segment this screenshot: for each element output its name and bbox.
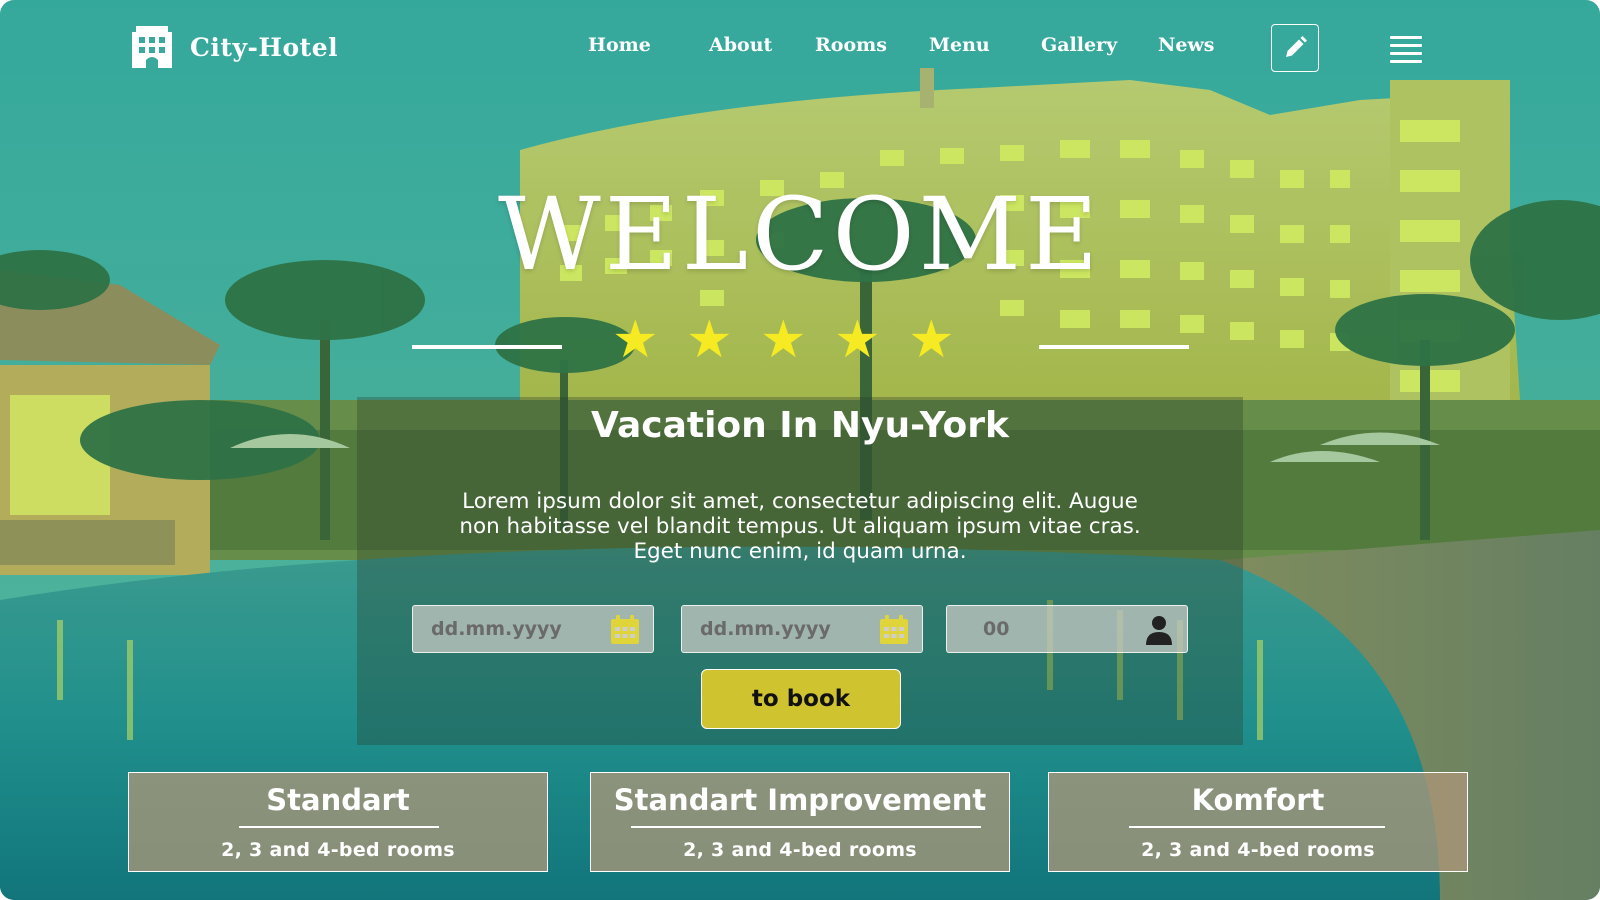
- star-rating: ★ ★ ★ ★ ★: [612, 312, 992, 368]
- menu-bar: [1390, 44, 1422, 47]
- user-icon: [1146, 616, 1172, 645]
- check-in-placeholder: dd.mm.yyyy: [431, 618, 562, 640]
- nav-about[interactable]: About: [709, 34, 772, 56]
- room-card-standart-improvement[interactable]: Standart Improvement 2, 3 and 4-bed room…: [590, 772, 1010, 872]
- to-book-button[interactable]: to book: [701, 669, 901, 729]
- menu-bar: [1390, 36, 1422, 39]
- nav-menu[interactable]: Menu: [929, 34, 990, 56]
- vacation-title: Vacation In Nyu-York: [591, 405, 1009, 446]
- room-card-title: Komfort: [1191, 783, 1325, 817]
- guests-placeholder: 00: [983, 618, 1010, 640]
- calendar-icon: [611, 615, 639, 644]
- intro-line: Lorem ipsum dolor sit amet, consectetur …: [462, 489, 1138, 514]
- star-icon: ★: [760, 310, 807, 370]
- main-navigation: Home About Rooms Menu Gallery News: [0, 34, 1600, 64]
- nav-home[interactable]: Home: [588, 34, 651, 56]
- room-card-title: Standart: [266, 783, 410, 817]
- welcome-heading: WELCOME: [497, 176, 1103, 293]
- room-card-komfort[interactable]: Komfort 2, 3 and 4-bed rooms: [1048, 772, 1468, 872]
- divider-right: [1039, 345, 1189, 349]
- room-card-divider: [1129, 826, 1385, 828]
- check-out-placeholder: dd.mm.yyyy: [700, 618, 831, 640]
- room-card-divider: [631, 826, 981, 828]
- room-card-title: Standart Improvement: [613, 783, 987, 817]
- menu-bar: [1390, 52, 1422, 55]
- nav-gallery[interactable]: Gallery: [1041, 34, 1117, 56]
- room-card-subtitle: 2, 3 and 4-bed rooms: [221, 839, 455, 861]
- check-out-date-input[interactable]: dd.mm.yyyy: [681, 605, 923, 653]
- intro-text: Lorem ipsum dolor sit amet, consectetur …: [407, 489, 1193, 564]
- guests-count-input[interactable]: 00: [946, 605, 1188, 653]
- nav-news[interactable]: News: [1158, 34, 1215, 56]
- check-in-date-input[interactable]: dd.mm.yyyy: [412, 605, 654, 653]
- intro-line: Eget nunc enim, id quam urna.: [633, 539, 967, 564]
- room-card-subtitle: 2, 3 and 4-bed rooms: [1141, 839, 1375, 861]
- star-icon: ★: [686, 310, 733, 370]
- divider-left: [412, 345, 562, 349]
- edit-button[interactable]: [1271, 24, 1319, 72]
- intro-line: non habitasse vel blandit tempus. Ut ali…: [459, 514, 1141, 539]
- nav-rooms[interactable]: Rooms: [815, 34, 887, 56]
- room-card-subtitle: 2, 3 and 4-bed rooms: [683, 839, 917, 861]
- pencil-icon: [1286, 36, 1307, 57]
- star-icon: ★: [908, 310, 955, 370]
- hamburger-menu-icon[interactable]: [1390, 36, 1422, 66]
- room-card-divider: [239, 826, 439, 828]
- room-card-standart[interactable]: Standart 2, 3 and 4-bed rooms: [128, 772, 548, 872]
- menu-bar: [1390, 60, 1422, 63]
- star-icon: ★: [834, 310, 881, 370]
- calendar-icon: [880, 615, 908, 644]
- star-icon: ★: [612, 310, 659, 370]
